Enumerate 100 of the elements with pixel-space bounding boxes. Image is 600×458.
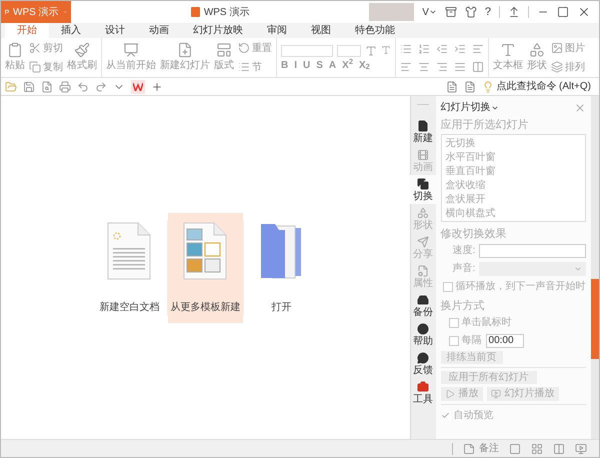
format-button[interactable]: B [281,60,288,70]
document-gear-icon [417,264,430,276]
blank-document-icon [107,222,152,280]
file-icon[interactable] [464,80,476,92]
rehearse-button[interactable]: 排练当前页 [440,351,503,364]
checkbox-label: 每隔 [462,334,482,348]
ribbon-tab[interactable]: 设计 [93,23,137,38]
shape-button[interactable]: 形状 [527,42,547,73]
panel-title[interactable]: 幻灯片切换 [440,100,499,115]
speed-field[interactable] [479,244,586,258]
side-tab[interactable]: 反馈 [410,349,436,378]
text-box-icon [500,42,516,58]
text-box-button[interactable]: 文本框 [493,42,523,73]
transition-item[interactable]: 无切换 [442,137,585,151]
speed-label: 速度: [452,244,476,258]
format-button[interactable]: S [316,60,323,70]
redo-icon[interactable] [95,80,107,92]
cut-button[interactable]: 剪切 [29,40,63,56]
side-tab[interactable]: 切换 [410,175,436,204]
format-button[interactable]: I [294,60,298,70]
start-option[interactable]: 新建空白文档 [92,212,167,322]
normal-view-icon[interactable] [509,442,521,454]
copy-button[interactable]: 复制 [29,60,63,74]
checkbox[interactable] [448,318,459,328]
document-icon [190,7,200,17]
w-logo-icon[interactable] [131,80,145,94]
undo-icon[interactable] [77,80,89,92]
transition-item[interactable]: 横向棋盘式 [442,207,585,221]
section-button[interactable]: 节 [238,60,272,74]
account-menu[interactable]: V [422,4,437,20]
side-tab[interactable]: 新建 [410,117,436,146]
transition-list[interactable]: 无切换 水平百叶窗 垂直百叶窗 盒状收缩 盒状展开 横向棋盘式 [440,134,586,222]
checkbox[interactable] [448,336,459,346]
app-menu-button[interactable]: WPS 演示 [1,1,71,23]
command-search[interactable]: 点此查找命令 (Alt+Q) [482,79,591,94]
shirt-icon[interactable] [464,6,477,18]
template-document-icon [183,222,228,280]
paintbrush-icon [74,42,90,58]
close-icon[interactable] [577,5,591,19]
layout-button[interactable]: 版式 [214,42,234,73]
format-painter-button[interactable]: 格式刷 [67,42,97,73]
format-button[interactable]: X$^{2}$ [342,60,353,70]
ribbon-tab[interactable]: 视图 [299,23,343,38]
add-icon[interactable] [151,80,163,92]
ribbon-tab[interactable]: 插入 [49,23,93,38]
shapes-icon [529,42,545,58]
sorter-view-icon[interactable] [531,442,543,454]
shapes-icon [417,206,430,218]
play-button[interactable]: 播放 [440,387,483,401]
ribbon-tab[interactable]: 特色功能 [343,23,407,38]
ribbon-tab[interactable]: 幻灯片放映 [181,23,255,38]
arrange-button[interactable]: 排列 [551,60,585,74]
ribbon-tab[interactable]: 动画 [137,23,181,38]
ribbon-tab[interactable]: 审阅 [255,23,299,38]
font-size-field[interactable] [337,44,361,56]
side-tab[interactable]: 帮助 [410,320,436,349]
side-tab[interactable]: 工具 [410,378,436,407]
checkbox[interactable] [440,410,451,420]
slideshow-view-icon[interactable] [575,442,587,454]
folder-icon[interactable] [5,80,17,92]
transition-item[interactable]: 水平百叶窗 [442,151,585,165]
reset-button[interactable]: 重置 [238,40,272,56]
paste-button[interactable]: 粘贴 [5,42,25,73]
format-button[interactable]: A [328,60,336,70]
side-tab[interactable]: 备份 [410,291,436,320]
logo-icon [5,7,9,17]
checkbox-label: 循环播放，到下一声音开始时 [456,280,586,294]
projector-icon [490,389,501,399]
preview-icon[interactable] [41,80,53,92]
checkbox-label: 单击鼠标时 [462,316,512,330]
checkbox[interactable] [442,282,453,292]
document-icon[interactable] [446,80,458,92]
ribbon-tab[interactable]: 开始 [5,23,49,38]
save-icon[interactable] [23,80,35,92]
interval-field[interactable]: 00:00 [486,334,524,348]
scroll-thumb[interactable] [591,279,599,359]
start-option[interactable]: 打开 [244,212,319,322]
print-icon[interactable] [59,80,71,92]
upload-icon[interactable] [508,6,520,18]
align-center-icon [418,60,430,72]
format-button[interactable]: U [303,60,310,70]
apply-all-button[interactable]: 应用于所有幻灯片 [440,371,537,384]
slideshow-button[interactable]: 幻灯片播放 [486,387,559,401]
shrink-font-icon[interactable] [381,44,391,54]
maximize-icon[interactable] [557,6,569,18]
transition-item[interactable]: 盒状展开 [442,193,585,207]
from-current-button[interactable]: 从当前开始 [106,42,156,73]
transition-item[interactable]: 盒状收缩 [442,179,585,193]
picture-button[interactable]: 图片 [551,40,585,56]
notes-button[interactable]: 备注 [463,441,499,456]
grow-font-icon[interactable] [365,44,377,56]
box-icon[interactable] [444,6,457,18]
font-name-field[interactable] [281,44,333,56]
help-menu[interactable]: ? [484,4,491,20]
section-heading: 换片方式 [440,301,486,312]
reading-view-icon[interactable] [553,442,565,454]
transition-item[interactable]: 垂直百叶窗 [442,165,585,179]
new-slide-button[interactable]: 新建幻灯片 [160,42,210,73]
start-option[interactable]: 从更多模板新建 [168,212,243,322]
format-button[interactable]: X$_{2}$ [359,60,370,70]
